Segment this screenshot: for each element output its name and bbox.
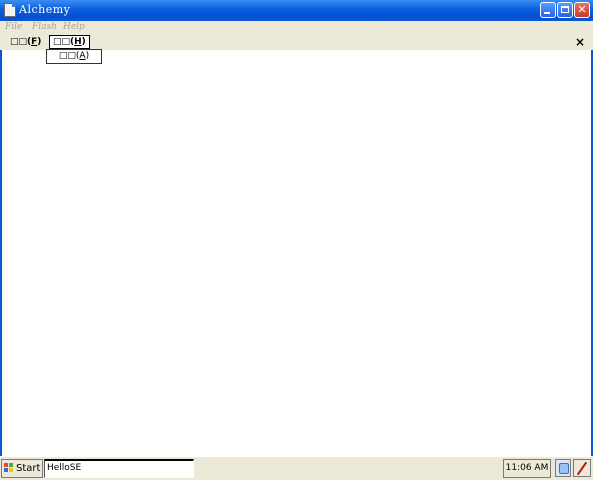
close-window-button[interactable]: ✕ (574, 2, 590, 18)
tray-clock[interactable]: 11:06 AM (503, 459, 551, 478)
native-menubar: File Flash Help (0, 21, 593, 35)
tray-app-icon[interactable] (555, 459, 571, 477)
start-button[interactable]: Start (1, 459, 43, 478)
taskbar-task-helloSE[interactable]: HelloSE (44, 459, 194, 478)
maximize-button[interactable] (557, 2, 573, 18)
window-frame (0, 21, 593, 456)
menu-help[interactable]: Help (63, 22, 85, 32)
app-menubar: □□(F) □□(H) × (0, 35, 593, 50)
window-title: Alchemy (19, 3, 71, 16)
help-dropdown-item[interactable]: □□(A) (46, 49, 102, 64)
minimize-button[interactable] (540, 2, 556, 18)
taskbar: Start HelloSE 11:06 AM (0, 456, 593, 480)
app-menu-help[interactable]: □□(H) (49, 35, 90, 49)
start-label: Start (16, 463, 41, 474)
title-bar[interactable]: Alchemy ✕ (0, 0, 593, 21)
app-document-icon (4, 3, 16, 17)
stylus-pen-icon[interactable] (573, 459, 591, 477)
windows-logo-icon (4, 463, 14, 473)
menu-file[interactable]: File (5, 22, 22, 32)
close-icon[interactable]: × (575, 35, 585, 49)
menu-flash[interactable]: Flash (32, 22, 57, 32)
app-menu-file[interactable]: □□(F) (6, 35, 45, 49)
